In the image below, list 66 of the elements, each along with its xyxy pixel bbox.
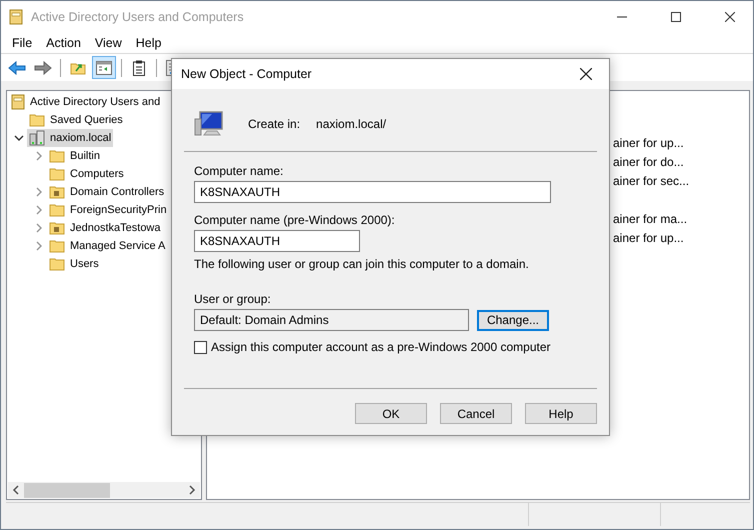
description-text: ainer for up... <box>613 136 684 150</box>
folder-document-icon <box>49 185 65 199</box>
tree-item[interactable]: Builtin <box>47 147 102 165</box>
field-label: Computer name: <box>194 164 284 178</box>
folder-icon <box>49 167 65 181</box>
minimize-icon[interactable] <box>617 16 627 18</box>
tree-item[interactable]: JednostkaTestowa <box>47 219 162 237</box>
chevron-down-icon[interactable] <box>14 133 24 143</box>
close-icon[interactable] <box>580 68 592 80</box>
checkbox[interactable] <box>194 340 207 354</box>
dialog-button[interactable]: Cancel <box>440 403 512 424</box>
book-icon <box>11 94 25 110</box>
container-path: naxiom.local/ <box>316 117 386 131</box>
chevron-right-icon[interactable] <box>34 151 44 161</box>
menu-item[interactable]: File <box>5 36 40 50</box>
checkbox-label: Assign this computer account as a pre-Windows 2000 computer <box>211 340 550 354</box>
computer-icon <box>194 111 224 137</box>
folder-icon <box>49 149 65 163</box>
tree-item[interactable]: naxiom.local <box>27 129 114 147</box>
description-text: ainer for up... <box>613 231 684 245</box>
description-text: ainer for ma... <box>613 212 688 226</box>
chevron-right-icon[interactable] <box>34 223 44 233</box>
maximize-icon[interactable] <box>671 12 681 22</box>
menu-item[interactable]: Help <box>128 36 168 50</box>
console-tree-icon <box>96 60 112 74</box>
computer-name-field[interactable]: K8SNAXAUTH <box>194 181 551 203</box>
tree-item[interactable]: Managed Service A <box>47 237 168 255</box>
field-label: Computer name (pre-Windows 2000): <box>194 213 396 227</box>
tree-item[interactable]: Computers <box>47 165 126 183</box>
info-text: The following user or group can join this computer to a domain. <box>194 257 530 271</box>
folder-icon <box>49 257 65 271</box>
menu-item[interactable]: Action <box>39 36 88 50</box>
folder-icon <box>49 239 65 253</box>
window-title: Active Directory Users and Computers <box>31 10 245 24</box>
description-text: ainer for sec... <box>613 174 690 188</box>
menu-item[interactable]: View <box>88 36 129 50</box>
change-button[interactable]: Change... <box>477 310 549 330</box>
forward-arrow-icon <box>34 60 52 74</box>
scroll-left-icon[interactable] <box>12 485 20 495</box>
field-label: User or group: <box>194 292 272 306</box>
chevron-right-icon[interactable] <box>34 241 44 251</box>
tree-item[interactable]: Saved Queries <box>27 111 125 129</box>
create-in-label: Create in: <box>248 117 300 131</box>
folder-document-icon <box>49 221 65 235</box>
description-text: ainer for do... <box>613 155 684 169</box>
clipboard-icon <box>133 60 145 76</box>
folder-icon <box>29 113 45 127</box>
tree-item[interactable]: Domain Controllers <box>47 183 166 201</box>
dialog-button[interactable]: OK <box>355 403 427 424</box>
chevron-right-icon[interactable] <box>34 187 44 197</box>
server-group-icon <box>29 130 45 146</box>
horizontal-scrollbar[interactable] <box>8 482 200 498</box>
dialog-title: New Object - Computer <box>181 67 312 81</box>
app-icon <box>9 8 23 24</box>
folder-icon <box>49 203 65 217</box>
chevron-right-icon[interactable] <box>34 205 44 215</box>
tree-item[interactable]: Active Directory Users and <box>9 93 162 111</box>
toolbar-button[interactable] <box>92 56 116 79</box>
dialog-button[interactable]: Help <box>525 403 597 424</box>
pre-windows-name-field[interactable]: K8SNAXAUTH <box>194 230 360 252</box>
back-arrow-icon <box>8 60 26 74</box>
user-group-field[interactable]: Default: Domain Admins <box>194 309 469 331</box>
close-icon[interactable] <box>725 12 735 22</box>
scroll-right-icon[interactable] <box>188 485 196 495</box>
tree-item[interactable]: ForeignSecurityPrin <box>47 201 169 219</box>
tree-item[interactable]: Users <box>47 255 101 273</box>
